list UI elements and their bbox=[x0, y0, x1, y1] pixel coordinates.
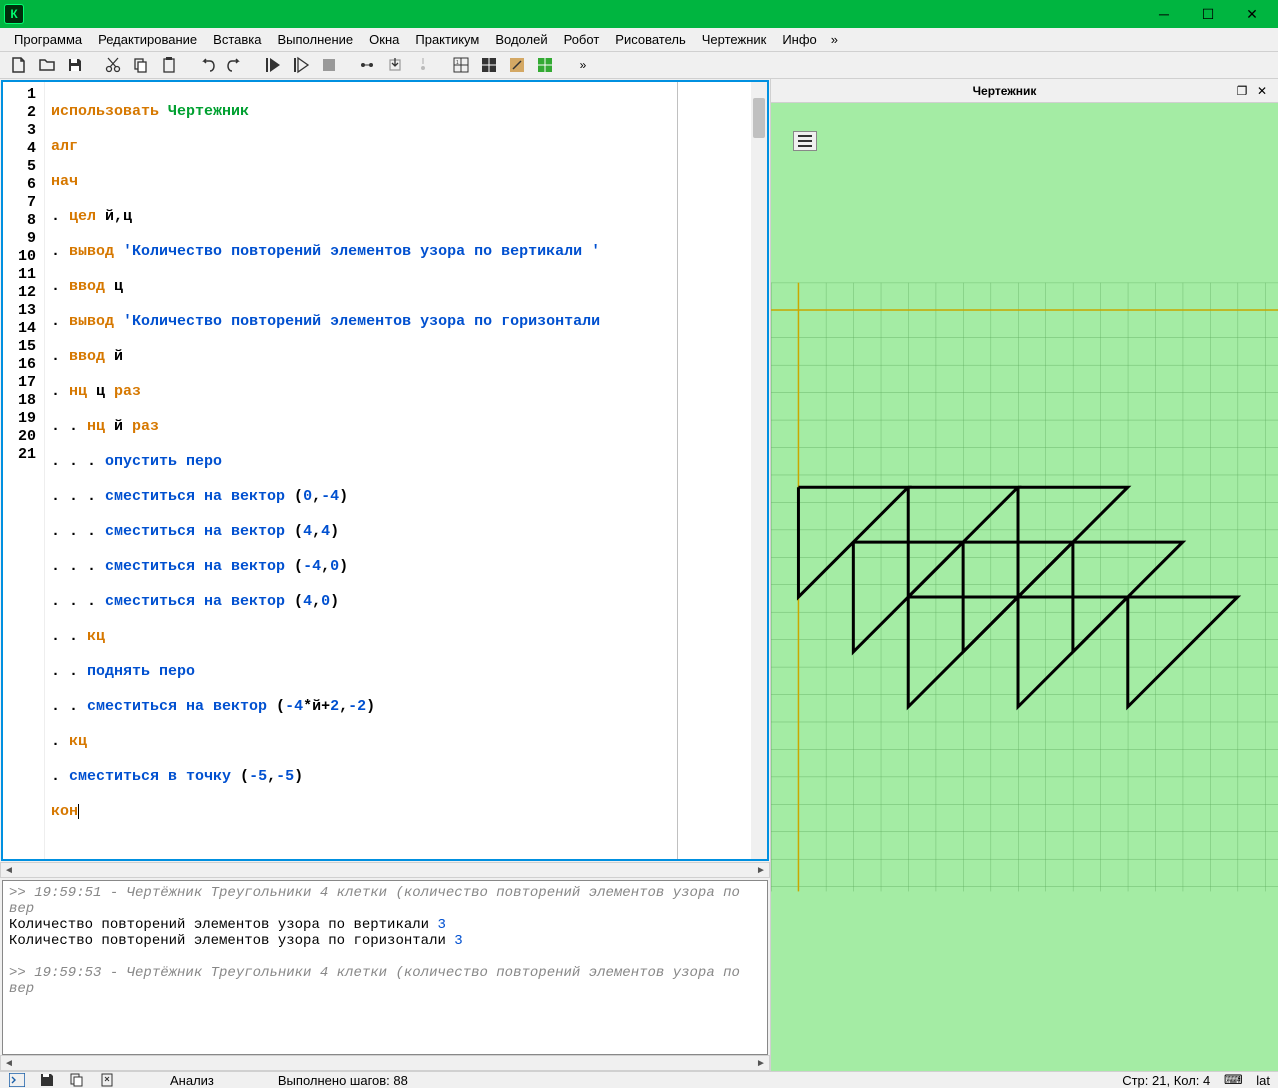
status-console-icon[interactable] bbox=[8, 1072, 26, 1088]
menu-program[interactable]: Программа bbox=[6, 28, 90, 51]
maximize-button[interactable]: ☐ bbox=[1186, 0, 1230, 28]
drafter-close-icon[interactable]: ✕ bbox=[1252, 81, 1272, 101]
redo-icon[interactable] bbox=[222, 52, 248, 78]
grid-numbers-icon[interactable]: 1 bbox=[448, 52, 474, 78]
editor-horizontal-scrollbar[interactable]: ◄► bbox=[0, 862, 770, 878]
run-icon[interactable] bbox=[260, 52, 286, 78]
drawing-tool-icon[interactable] bbox=[504, 52, 530, 78]
copy-icon[interactable] bbox=[128, 52, 154, 78]
status-save-icon[interactable] bbox=[38, 1072, 56, 1088]
paste-icon[interactable] bbox=[156, 52, 182, 78]
drafter-title: Чертежник bbox=[777, 84, 1232, 98]
drafter-drawing bbox=[771, 103, 1278, 1071]
menu-practice[interactable]: Практикум bbox=[407, 28, 487, 51]
menu-windows[interactable]: Окна bbox=[361, 28, 407, 51]
console-horizontal-scrollbar[interactable]: ◄► bbox=[0, 1055, 770, 1071]
menu-edit[interactable]: Редактирование bbox=[90, 28, 205, 51]
line-gutter: 12345678910 1112131415161718192021 bbox=[3, 82, 45, 859]
editor-margin-line bbox=[677, 82, 678, 859]
status-steps: Выполнено шагов: 88 bbox=[278, 1073, 408, 1088]
status-clear-icon[interactable] bbox=[98, 1072, 116, 1088]
open-file-icon[interactable] bbox=[34, 52, 60, 78]
code-editor[interactable]: 12345678910 1112131415161718192021 испол… bbox=[1, 80, 769, 861]
toolbar-overflow[interactable]: » bbox=[570, 52, 596, 78]
status-keyboard-icon[interactable]: ⌨ bbox=[1224, 1072, 1242, 1088]
menu-run[interactable]: Выполнение bbox=[269, 28, 361, 51]
menu-insert[interactable]: Вставка bbox=[205, 28, 269, 51]
menu-overflow[interactable]: » bbox=[825, 28, 844, 51]
status-copy-icon[interactable] bbox=[68, 1072, 86, 1088]
status-cursor-position: Стр: 21, Кол: 4 bbox=[1122, 1073, 1210, 1088]
drafter-canvas[interactable] bbox=[771, 103, 1278, 1071]
status-bar: Анализ Выполнено шагов: 88 Стр: 21, Кол:… bbox=[0, 1071, 1278, 1088]
new-file-icon[interactable] bbox=[6, 52, 32, 78]
app-icon: К bbox=[4, 4, 24, 24]
minimize-button[interactable]: ─ bbox=[1142, 0, 1186, 28]
close-button[interactable]: ✕ bbox=[1230, 0, 1274, 28]
svg-text:1: 1 bbox=[456, 60, 459, 66]
drafter-menu-icon[interactable] bbox=[793, 131, 817, 151]
cut-icon[interactable] bbox=[100, 52, 126, 78]
main-area: 12345678910 1112131415161718192021 испол… bbox=[0, 79, 1278, 1071]
grid-icon[interactable] bbox=[476, 52, 502, 78]
debug-out-icon[interactable] bbox=[410, 52, 436, 78]
menu-painter[interactable]: Рисователь bbox=[607, 28, 693, 51]
debug-into-icon[interactable] bbox=[382, 52, 408, 78]
text-cursor bbox=[78, 804, 79, 819]
left-panel: 12345678910 1112131415161718192021 испол… bbox=[0, 79, 770, 1071]
menu-drafter[interactable]: Чертежник bbox=[694, 28, 775, 51]
console-timestamp: >> 19:59:53 - Чертёжник Треугольники 4 к… bbox=[9, 965, 761, 997]
menu-info[interactable]: Инфо bbox=[774, 28, 824, 51]
window-titlebar: К ─ ☐ ✕ bbox=[0, 0, 1278, 28]
save-file-icon[interactable] bbox=[62, 52, 88, 78]
editor-vertical-scrollbar[interactable] bbox=[751, 82, 767, 859]
green-grid-icon[interactable] bbox=[532, 52, 558, 78]
menu-bar: Программа Редактирование Вставка Выполне… bbox=[0, 28, 1278, 52]
undo-icon[interactable] bbox=[194, 52, 220, 78]
drafter-restore-icon[interactable]: ❐ bbox=[1232, 81, 1252, 101]
toolbar: 1 » bbox=[0, 52, 1278, 79]
status-analysis: Анализ bbox=[170, 1073, 214, 1088]
status-language[interactable]: lat bbox=[1256, 1073, 1270, 1088]
step-icon[interactable] bbox=[288, 52, 314, 78]
menu-vodoley[interactable]: Водолей bbox=[487, 28, 555, 51]
drafter-panel: Чертежник ❐ ✕ bbox=[770, 79, 1278, 1071]
debug-step-icon[interactable] bbox=[354, 52, 380, 78]
window-controls: ─ ☐ ✕ bbox=[1142, 0, 1274, 28]
drafter-titlebar: Чертежник ❐ ✕ bbox=[771, 79, 1278, 103]
console-timestamp: >> 19:59:51 - Чертёжник Треугольники 4 к… bbox=[9, 885, 761, 917]
code-text[interactable]: использовать Чертежник алг нач . цел й,ц… bbox=[45, 82, 767, 859]
menu-robot[interactable]: Робот bbox=[556, 28, 608, 51]
stop-icon[interactable] bbox=[316, 52, 342, 78]
output-console[interactable]: >> 19:59:51 - Чертёжник Треугольники 4 к… bbox=[2, 880, 768, 1055]
